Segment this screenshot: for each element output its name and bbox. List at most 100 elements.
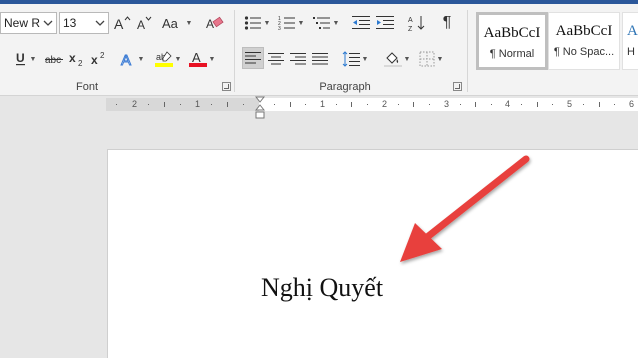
horizontal-ruler[interactable]: 2 1 1 2 3 4 5 6 xyxy=(106,98,638,111)
font-size-combo[interactable]: 13 xyxy=(59,12,109,34)
chevron-down-icon: ▼ xyxy=(361,55,369,63)
borders-icon xyxy=(419,51,435,67)
line-spacing-button[interactable]: ▼ xyxy=(340,48,370,70)
show-formatting-marks-button[interactable]: ¶ xyxy=(436,12,458,34)
chevron-down-icon: ▼ xyxy=(332,19,340,27)
text-effects-icon: A xyxy=(120,52,131,69)
style-heading[interactable]: A H xyxy=(622,12,638,70)
font-name-combo[interactable]: New R xyxy=(0,12,57,34)
ruler-dot xyxy=(148,104,149,105)
ruler-tick xyxy=(475,102,476,107)
increase-indent-button[interactable] xyxy=(374,12,396,34)
text-effects-button[interactable]: A ▼ xyxy=(117,48,147,70)
bullets-button[interactable]: ▼ xyxy=(242,12,272,34)
style-sample: AaBbCcI xyxy=(555,23,613,39)
ruler-tick xyxy=(290,102,291,107)
highlighter-icon: ab xyxy=(154,51,173,67)
style-normal[interactable]: AaBbCcI ¶ Normal xyxy=(476,12,548,70)
font-color-icon: A xyxy=(188,50,207,67)
ruler-dot xyxy=(305,104,306,105)
svg-text:A: A xyxy=(114,16,124,32)
ruler-label: 1 xyxy=(195,99,201,109)
ruler-dot xyxy=(583,104,584,105)
justify-button[interactable] xyxy=(310,48,330,70)
paragraph-group-label: Paragraph xyxy=(319,81,371,93)
chevron-down-icon xyxy=(43,20,53,26)
ruler-dot xyxy=(521,104,522,105)
eraser-icon: A xyxy=(206,16,224,31)
underline-button[interactable]: U ▼ xyxy=(10,48,40,70)
ruler-dot xyxy=(429,104,430,105)
document-text[interactable]: Nghị Quyết xyxy=(261,273,383,303)
svg-text:abc: abc xyxy=(45,55,61,66)
underline-icon: U xyxy=(15,51,25,66)
ruler-tick xyxy=(413,102,414,107)
multilevel-list-icon xyxy=(312,17,330,29)
strikethrough-button[interactable]: abc xyxy=(43,48,65,70)
align-right-button[interactable] xyxy=(288,48,308,70)
ruler-dot xyxy=(614,104,615,105)
align-center-button[interactable] xyxy=(266,48,286,70)
style-sample: AaBbCcI xyxy=(483,25,541,41)
justify-icon xyxy=(312,53,328,65)
decrease-indent-button[interactable] xyxy=(350,12,372,34)
sort-icon: AZ xyxy=(408,16,425,32)
chevron-down-icon: ▼ xyxy=(263,19,271,27)
chevron-down-icon xyxy=(95,20,105,26)
document-page[interactable] xyxy=(107,149,638,358)
ruler-label: 2 xyxy=(382,99,388,109)
clear-formatting-button[interactable]: A xyxy=(204,12,226,34)
sort-button[interactable]: AZ xyxy=(406,12,428,34)
subscript-button[interactable]: x2 xyxy=(67,48,87,70)
shrink-font-button[interactable]: A xyxy=(134,12,154,34)
svg-text:A: A xyxy=(137,18,145,32)
borders-button[interactable]: ▼ xyxy=(416,48,446,70)
style-name: ¶ No Spac... xyxy=(553,46,615,58)
annotation-arrow xyxy=(400,155,530,262)
align-right-icon xyxy=(290,53,306,65)
ruler-margin-area xyxy=(106,98,259,111)
style-name: ¶ Normal xyxy=(489,48,535,60)
font-color-button[interactable]: A ▼ xyxy=(186,48,218,70)
svg-text:Z: Z xyxy=(408,26,413,32)
numbering-button[interactable]: 123 ▼ xyxy=(276,12,306,34)
indent-marker-icon[interactable] xyxy=(255,96,265,120)
ruler-dot xyxy=(336,104,337,105)
bullet-list-icon xyxy=(244,16,261,30)
highlight-color-button[interactable]: ab ▼ xyxy=(152,48,184,70)
chevron-down-icon: ▼ xyxy=(436,55,444,63)
superscript-icon: x2 xyxy=(91,51,105,67)
svg-text:2: 2 xyxy=(78,59,83,68)
font-group-label: Font xyxy=(75,81,98,93)
ruler-dot xyxy=(491,104,492,105)
align-left-button[interactable] xyxy=(242,47,264,69)
group-separator xyxy=(234,10,235,92)
chevron-down-icon: ▼ xyxy=(403,55,411,63)
svg-text:x: x xyxy=(69,51,76,65)
style-name: H xyxy=(627,46,635,58)
ruler-label: 6 xyxy=(629,99,635,109)
svg-text:U: U xyxy=(16,51,25,65)
ruler-dot xyxy=(211,104,212,105)
chevron-down-icon: ▼ xyxy=(208,55,216,63)
chevron-down-icon: ▼ xyxy=(29,55,37,63)
font-group: New R 13 A A Aa ▼ A U ▼ abc x2 x 2 A ▼ a… xyxy=(0,4,234,96)
change-case-button[interactable]: Aa ▼ xyxy=(160,12,194,34)
multilevel-list-button[interactable]: ▼ xyxy=(310,12,342,34)
shading-button[interactable]: ▼ xyxy=(382,48,412,70)
superscript-button[interactable]: x2 xyxy=(89,48,109,70)
paragraph-group: ▼ 123 ▼ ▼ AZ ¶ ▼ ▼ ▼ Paragraph xyxy=(236,4,466,96)
style-no-spacing[interactable]: AaBbCcI ¶ No Spac... xyxy=(548,12,620,70)
grow-font-button[interactable]: A xyxy=(112,12,132,34)
chevron-down-icon: ▼ xyxy=(297,19,305,27)
svg-text:2: 2 xyxy=(100,51,105,60)
ruler-label: 2 xyxy=(132,99,138,109)
svg-text:A: A xyxy=(206,17,214,31)
ruler-tick xyxy=(227,102,228,107)
font-name-value: New R xyxy=(4,16,41,30)
ruler-label: 3 xyxy=(444,99,450,109)
group-separator xyxy=(467,10,468,92)
ruler-dot xyxy=(367,104,368,105)
increase-indent-icon xyxy=(376,16,394,29)
paragraph-dialog-launcher[interactable] xyxy=(453,82,462,91)
